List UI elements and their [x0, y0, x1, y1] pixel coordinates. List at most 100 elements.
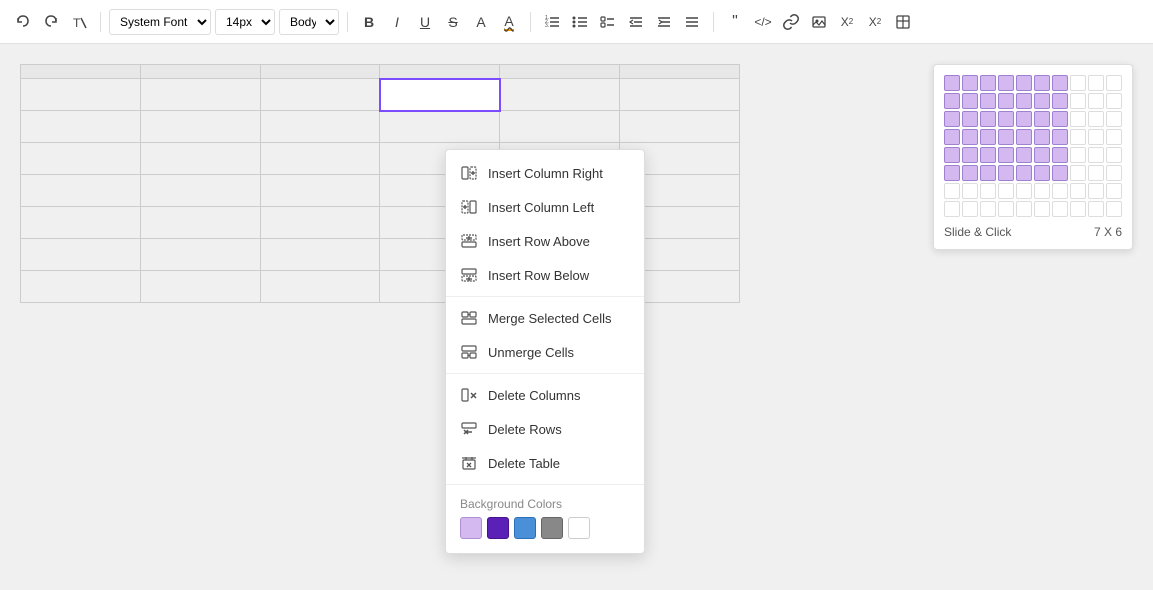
undo-button[interactable]	[10, 9, 36, 35]
table-cell[interactable]	[260, 79, 380, 111]
grid-cell[interactable]	[1052, 165, 1068, 181]
grid-cell[interactable]	[998, 183, 1014, 199]
grid-cell[interactable]	[998, 111, 1014, 127]
grid-cell[interactable]	[1106, 75, 1122, 91]
grid-cell[interactable]	[962, 93, 978, 109]
grid-cell[interactable]	[1034, 201, 1050, 217]
color-swatch-gray[interactable]	[541, 517, 563, 539]
grid-cell[interactable]	[1106, 111, 1122, 127]
grid-cell[interactable]	[1106, 165, 1122, 181]
grid-cell[interactable]	[980, 93, 996, 109]
grid-cell[interactable]	[944, 165, 960, 181]
highlight-button[interactable]: A	[496, 9, 522, 35]
grid-cell[interactable]	[1070, 165, 1086, 181]
grid-cell[interactable]	[1052, 147, 1068, 163]
grid-cell[interactable]	[962, 111, 978, 127]
table-cell[interactable]	[21, 79, 141, 111]
color-swatch-lavender[interactable]	[460, 517, 482, 539]
grid-cell[interactable]	[1088, 129, 1104, 145]
header-cell[interactable]	[500, 65, 620, 79]
unmerge-cells-item[interactable]: Unmerge Cells	[446, 335, 644, 369]
grid-cell[interactable]	[980, 201, 996, 217]
grid-cell[interactable]	[998, 147, 1014, 163]
grid-cell[interactable]	[1088, 93, 1104, 109]
table-cell[interactable]	[140, 271, 260, 303]
grid-cell[interactable]	[1088, 165, 1104, 181]
grid-cell[interactable]	[1034, 75, 1050, 91]
grid-cell[interactable]	[944, 129, 960, 145]
grid-cell[interactable]	[1070, 147, 1086, 163]
color-swatch-blue[interactable]	[514, 517, 536, 539]
grid-cell[interactable]	[962, 147, 978, 163]
indent-decrease-button[interactable]	[623, 9, 649, 35]
grid-cell[interactable]	[962, 75, 978, 91]
table-cell[interactable]	[260, 239, 380, 271]
table-cell[interactable]	[140, 175, 260, 207]
insert-row-below-item[interactable]: Insert Row Below	[446, 258, 644, 292]
table-cell[interactable]	[260, 175, 380, 207]
insert-column-right-item[interactable]: Insert Column Right	[446, 156, 644, 190]
grid-cell[interactable]	[962, 201, 978, 217]
grid-cell[interactable]	[944, 111, 960, 127]
subscript-button[interactable]: X2	[834, 9, 860, 35]
grid-cell[interactable]	[1052, 111, 1068, 127]
grid-cell[interactable]	[980, 111, 996, 127]
grid-cell[interactable]	[1088, 111, 1104, 127]
bold-button[interactable]: B	[356, 9, 382, 35]
grid-cell[interactable]	[944, 147, 960, 163]
delete-columns-item[interactable]: Delete Columns	[446, 378, 644, 412]
table-button[interactable]	[890, 9, 916, 35]
grid-cell[interactable]	[1070, 93, 1086, 109]
italic-button[interactable]: I	[384, 9, 410, 35]
font-color-button[interactable]: A	[468, 9, 494, 35]
indent-increase-button[interactable]	[651, 9, 677, 35]
header-cell[interactable]	[380, 65, 500, 79]
table-cell[interactable]	[380, 111, 500, 143]
grid-cell[interactable]	[1106, 129, 1122, 145]
grid-cell[interactable]	[962, 183, 978, 199]
grid-cell[interactable]	[980, 165, 996, 181]
table-cell[interactable]	[500, 79, 620, 111]
header-cell[interactable]	[260, 65, 380, 79]
grid-cell[interactable]	[1034, 183, 1050, 199]
table-cell-selected[interactable]	[380, 79, 500, 111]
table-cell[interactable]	[21, 207, 141, 239]
table-cell[interactable]	[140, 207, 260, 239]
grid-cell[interactable]	[1088, 75, 1104, 91]
font-family-select[interactable]: System Font	[109, 9, 211, 35]
grid-cell[interactable]	[1052, 201, 1068, 217]
grid-cell[interactable]	[1070, 111, 1086, 127]
grid-cell[interactable]	[1016, 201, 1032, 217]
grid-cell[interactable]	[1052, 183, 1068, 199]
insert-row-above-item[interactable]: Insert Row Above	[446, 224, 644, 258]
table-cell[interactable]	[21, 239, 141, 271]
grid-cell[interactable]	[1034, 111, 1050, 127]
grid-cell[interactable]	[1016, 93, 1032, 109]
grid-cell[interactable]	[980, 183, 996, 199]
header-cell[interactable]	[620, 65, 740, 79]
grid-cell[interactable]	[1034, 165, 1050, 181]
code-button[interactable]: </>	[750, 9, 776, 35]
table-cell[interactable]	[21, 271, 141, 303]
header-cell[interactable]	[140, 65, 260, 79]
table-cell[interactable]	[21, 175, 141, 207]
grid-cell[interactable]	[1052, 129, 1068, 145]
grid-cell[interactable]	[998, 75, 1014, 91]
grid-cell[interactable]	[1088, 147, 1104, 163]
grid-cell[interactable]	[998, 165, 1014, 181]
grid-cell[interactable]	[944, 93, 960, 109]
table-cell[interactable]	[260, 111, 380, 143]
grid-cell[interactable]	[1016, 111, 1032, 127]
grid-cell[interactable]	[1088, 201, 1104, 217]
color-swatch-purple[interactable]	[487, 517, 509, 539]
grid-cell[interactable]	[1016, 129, 1032, 145]
table-cell[interactable]	[500, 111, 620, 143]
grid-cell[interactable]	[1016, 183, 1032, 199]
grid-cell[interactable]	[1106, 201, 1122, 217]
grid-cell[interactable]	[998, 129, 1014, 145]
grid-cell[interactable]	[1016, 147, 1032, 163]
checklist-button[interactable]	[595, 9, 621, 35]
grid-cell[interactable]	[1106, 147, 1122, 163]
grid-cell[interactable]	[1034, 93, 1050, 109]
clear-format-button[interactable]: T	[66, 9, 92, 35]
